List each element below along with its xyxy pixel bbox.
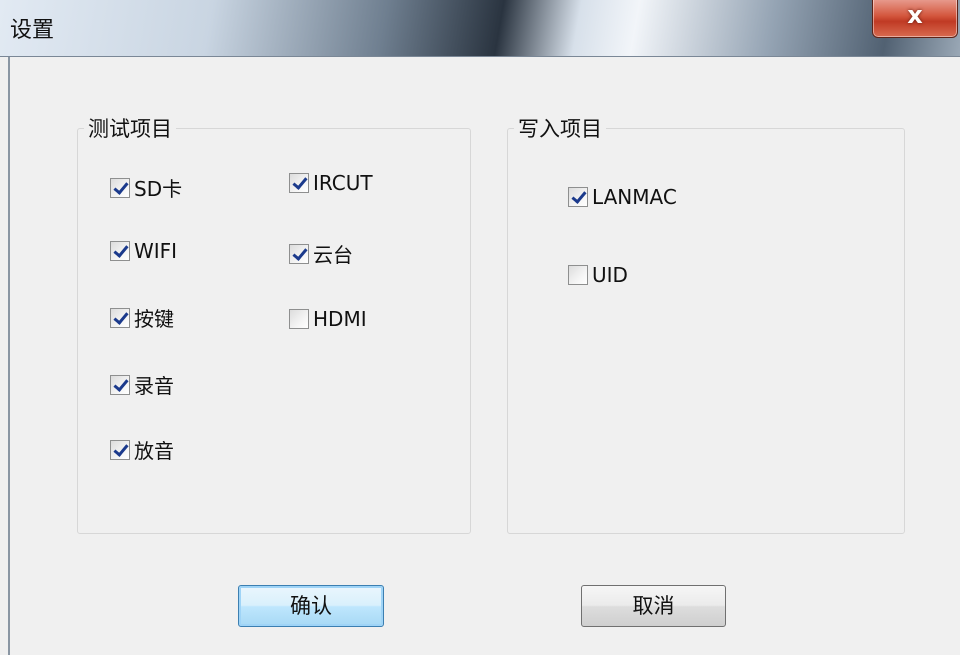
checkbox-box[interactable]	[110, 241, 130, 261]
checkbox-label: WIFI	[134, 239, 178, 263]
checkbox-box[interactable]	[568, 187, 588, 207]
checkbox-label: LANMAC	[592, 185, 677, 209]
checkbox-box[interactable]	[289, 173, 309, 193]
title-bar[interactable]: 设置 x	[0, 0, 960, 57]
checkbox-uid[interactable]: UID	[568, 263, 628, 287]
checkbox-label: IRCUT	[313, 171, 373, 195]
checkbox-box[interactable]	[110, 439, 130, 460]
checkbox-label: 按键	[134, 307, 174, 331]
checkbox-box[interactable]	[110, 177, 130, 198]
checkbox-hdmi[interactable]: HDMI	[289, 307, 367, 331]
checkbox-box[interactable]	[289, 309, 309, 329]
checkbox-box[interactable]	[568, 265, 588, 285]
dialog-client-area: 测试项目 SD卡 WIFI 按键 录音 放音 IRCUT 云台 HDMI 写入项…	[8, 57, 960, 655]
close-icon: x	[907, 1, 923, 29]
checkbox-gimbal[interactable]: 云台	[289, 239, 353, 268]
checkbox-keys[interactable]: 按键	[110, 303, 174, 332]
checkbox-box[interactable]	[110, 307, 130, 328]
test-items-legend: 测试项目	[84, 113, 176, 143]
checkbox-playback[interactable]: 放音	[110, 435, 174, 464]
checkbox-label: 云台	[313, 243, 353, 267]
checkbox-lanmac[interactable]: LANMAC	[568, 185, 677, 209]
checkbox-label: UID	[592, 263, 628, 287]
checkbox-box[interactable]	[289, 243, 309, 264]
checkbox-box[interactable]	[110, 374, 130, 395]
close-button[interactable]: x	[872, 0, 958, 38]
checkbox-ircut[interactable]: IRCUT	[289, 171, 373, 195]
checkbox-sd-card[interactable]: SD卡	[110, 173, 182, 202]
confirm-button[interactable]: 确认	[238, 585, 384, 627]
window-title: 设置	[10, 18, 55, 43]
write-items-legend: 写入项目	[514, 113, 606, 143]
checkbox-label: SD卡	[134, 177, 183, 201]
checkbox-record[interactable]: 录音	[110, 370, 174, 399]
checkbox-label: 放音	[134, 439, 174, 463]
checkbox-wifi[interactable]: WIFI	[110, 239, 177, 263]
write-items-group: 写入项目	[507, 113, 905, 534]
checkbox-label: HDMI	[313, 307, 367, 331]
cancel-button[interactable]: 取消	[581, 585, 726, 627]
checkbox-label: 录音	[134, 374, 174, 398]
